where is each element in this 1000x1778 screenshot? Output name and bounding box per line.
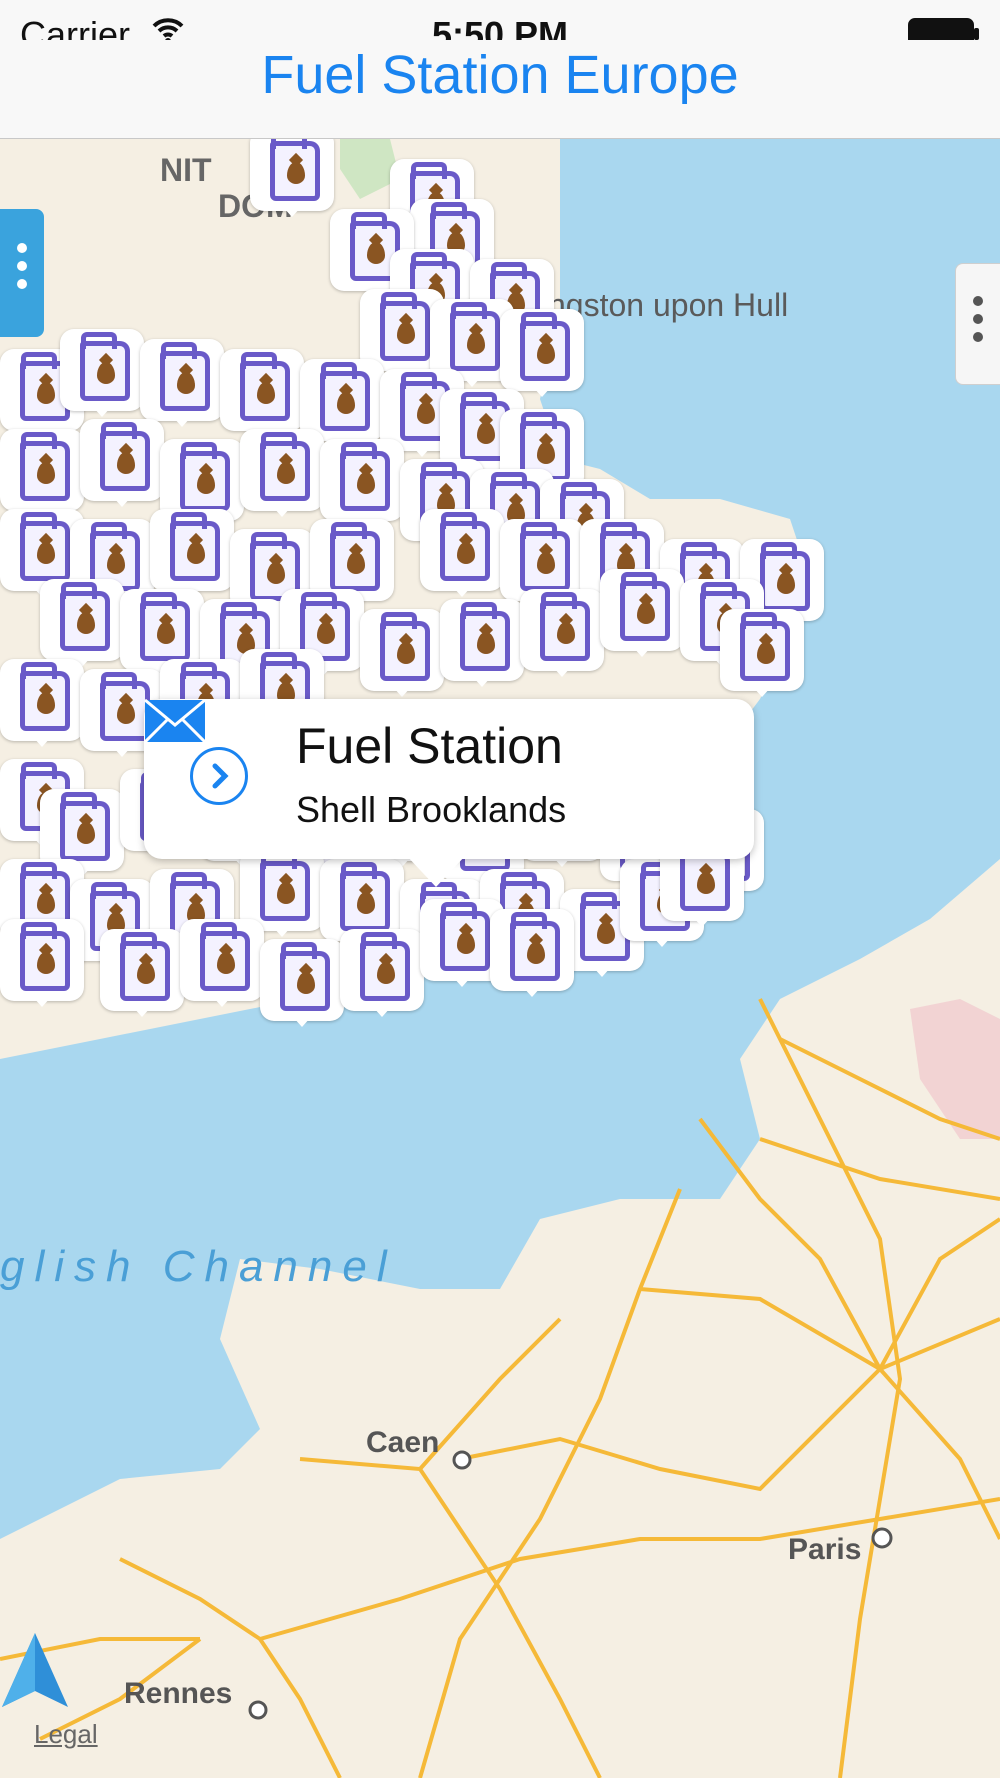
- fuel-can-icon[interactable]: [500, 309, 584, 397]
- fuel-can-icon[interactable]: [80, 419, 164, 507]
- fuel-can-icon[interactable]: [320, 439, 404, 527]
- callout-subtitle: Shell Brooklands: [296, 789, 567, 830]
- map-label-nit: NIT: [160, 152, 212, 188]
- fuel-can-icon[interactable]: [100, 929, 184, 1017]
- map-label-channel: glish Channel: [0, 1242, 397, 1291]
- fuel-can-icon[interactable]: [420, 509, 504, 597]
- navigation-bar: Fuel Station Europe: [0, 40, 1000, 139]
- map-view[interactable]: ngston upon Hull NIT DOM tin glish Chann…: [0, 139, 1000, 1778]
- fuel-can-icon[interactable]: [180, 919, 264, 1007]
- page-title: Fuel Station Europe: [261, 45, 739, 105]
- fuel-can-icon[interactable]: [150, 509, 234, 597]
- fuel-can-icon[interactable]: [0, 659, 84, 747]
- chevron-right-circle-icon[interactable]: [190, 747, 248, 805]
- envelope-icon[interactable]: [144, 699, 206, 743]
- vertical-dots-icon: [956, 264, 1000, 342]
- left-menu-button[interactable]: [0, 209, 44, 337]
- location-arrow-icon[interactable]: [0, 1631, 70, 1711]
- map-label-caen: Caen: [366, 1426, 439, 1459]
- fuel-can-icon[interactable]: [260, 939, 344, 1027]
- fuel-can-icon[interactable]: [0, 429, 84, 517]
- paris-dot: [871, 1527, 893, 1549]
- callout-tail: [406, 855, 466, 887]
- right-menu-button[interactable]: [955, 263, 1000, 385]
- fuel-can-icon[interactable]: [240, 429, 324, 517]
- fuel-can-icon[interactable]: [600, 569, 684, 657]
- fuel-can-icon[interactable]: [520, 589, 604, 677]
- fuel-can-icon[interactable]: [0, 919, 84, 1007]
- fuel-can-icon[interactable]: [60, 329, 144, 417]
- fuel-can-icon[interactable]: [250, 139, 334, 217]
- rennes-dot: [248, 1700, 268, 1720]
- caen-dot: [452, 1450, 472, 1470]
- map-label-hull: ngston upon Hull: [548, 287, 788, 323]
- map-label-paris: Paris: [788, 1533, 861, 1566]
- fuel-can-icon[interactable]: [220, 349, 304, 437]
- fuel-can-icon[interactable]: [360, 609, 444, 697]
- legal-link[interactable]: Legal: [34, 1719, 98, 1750]
- fuel-can-icon[interactable]: [40, 579, 124, 667]
- fuel-can-icon[interactable]: [140, 339, 224, 427]
- fuel-can-icon[interactable]: [440, 599, 524, 687]
- station-callout[interactable]: Fuel Station Shell Brooklands: [144, 699, 754, 887]
- fuel-can-icon[interactable]: [720, 609, 804, 697]
- map-label-rennes: Rennes: [124, 1677, 232, 1710]
- vertical-dots-icon: [0, 209, 44, 289]
- fuel-can-icon[interactable]: [490, 909, 574, 997]
- callout-title: Fuel Station: [296, 718, 563, 774]
- fuel-can-icon[interactable]: [340, 929, 424, 1017]
